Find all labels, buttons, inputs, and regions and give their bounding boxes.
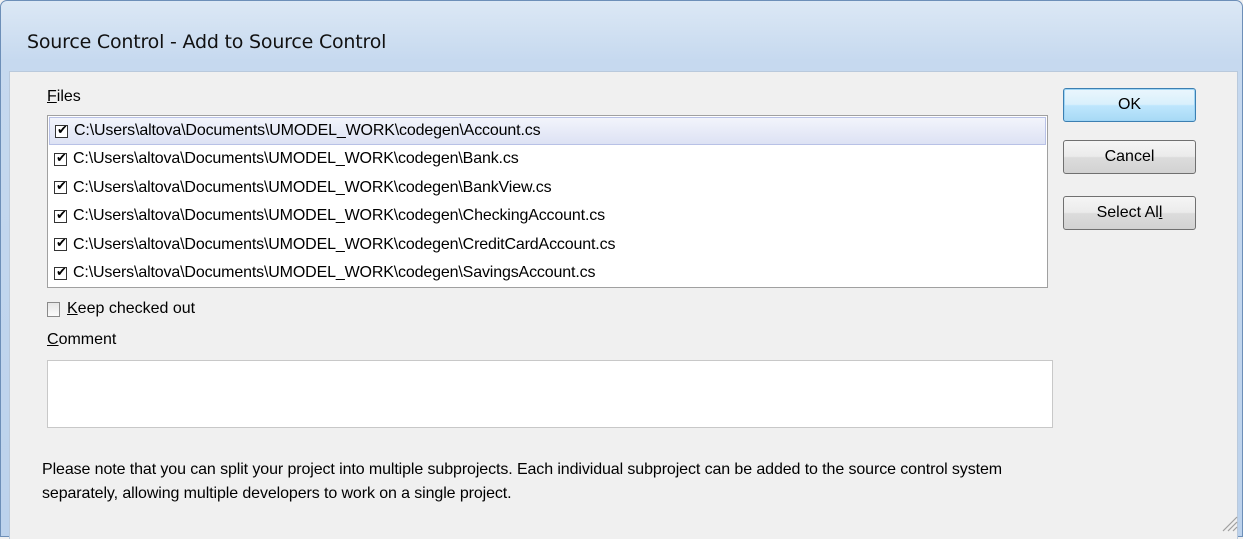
resize-grip-icon[interactable] [1220,514,1238,532]
file-path: C:\Users\altova\Documents\UMODEL_WORK\co… [73,178,552,196]
file-path: C:\Users\altova\Documents\UMODEL_WORK\co… [73,264,596,282]
check-mark-icon: ✔ [57,122,68,138]
file-path: C:\Users\altova\Documents\UMODEL_WORK\co… [73,207,605,225]
check-mark-icon: ✔ [56,150,67,166]
file-checkbox[interactable]: ✔ [54,264,67,280]
check-mark-icon: ✔ [56,207,67,223]
cancel-button[interactable]: Cancel [1063,140,1196,174]
file-checkbox[interactable]: ✔ [55,122,68,138]
file-checkbox[interactable]: ✔ [54,236,67,252]
ok-button[interactable]: OK [1063,88,1196,122]
file-path: C:\Users\altova\Documents\UMODEL_WORK\co… [73,150,519,168]
file-list-item[interactable]: ✔ C:\Users\altova\Documents\UMODEL_WORK\c… [48,174,1047,203]
comment-input[interactable] [47,360,1053,428]
keep-checked-out-option[interactable]: Keep checked out [47,300,195,318]
file-checkbox[interactable]: ✔ [54,150,67,166]
file-path: C:\Users\altova\Documents\UMODEL_WORK\co… [74,122,541,139]
file-list-item[interactable]: ✔ C:\Users\altova\Documents\UMODEL_WORK\c… [48,231,1047,260]
title-bar[interactable]: Source Control - Add to Source Control [1,1,1242,71]
check-mark-icon: ✔ [56,264,67,280]
file-list-item[interactable]: ✔ C:\Users\altova\Documents\UMODEL_WORK\c… [48,202,1047,231]
files-label: Files [47,88,81,105]
dialog-window: Source Control - Add to Source Control F… [0,0,1243,539]
file-checkbox[interactable]: ✔ [54,207,67,223]
file-list-item[interactable]: ✔ C:\Users\altova\Documents\UMODEL_WORK\c… [49,117,1046,145]
check-mark-icon: ✔ [56,179,67,195]
dialog-client-area: Files ✔ C:\Users\altova\Documents\UMODEL_… [9,71,1238,539]
comment-label: Comment [47,331,117,348]
info-note: Please note that you can split your proj… [42,461,1002,502]
select-all-button[interactable]: Select All [1063,196,1196,230]
keep-checked-out-label[interactable]: Keep checked out [67,300,195,318]
files-list[interactable]: ✔ C:\Users\altova\Documents\UMODEL_WORK\c… [47,115,1048,288]
check-mark-icon: ✔ [56,236,67,252]
file-checkbox[interactable]: ✔ [54,179,67,195]
file-path: C:\Users\altova\Documents\UMODEL_WORK\co… [73,235,616,253]
keep-checked-out-checkbox[interactable] [47,301,60,317]
file-list-item[interactable]: ✔ C:\Users\altova\Documents\UMODEL_WORK\c… [48,145,1047,174]
file-list-item[interactable]: ✔ C:\Users\altova\Documents\UMODEL_WORK\c… [48,259,1047,287]
window-title: Source Control - Add to Source Control [27,31,387,53]
